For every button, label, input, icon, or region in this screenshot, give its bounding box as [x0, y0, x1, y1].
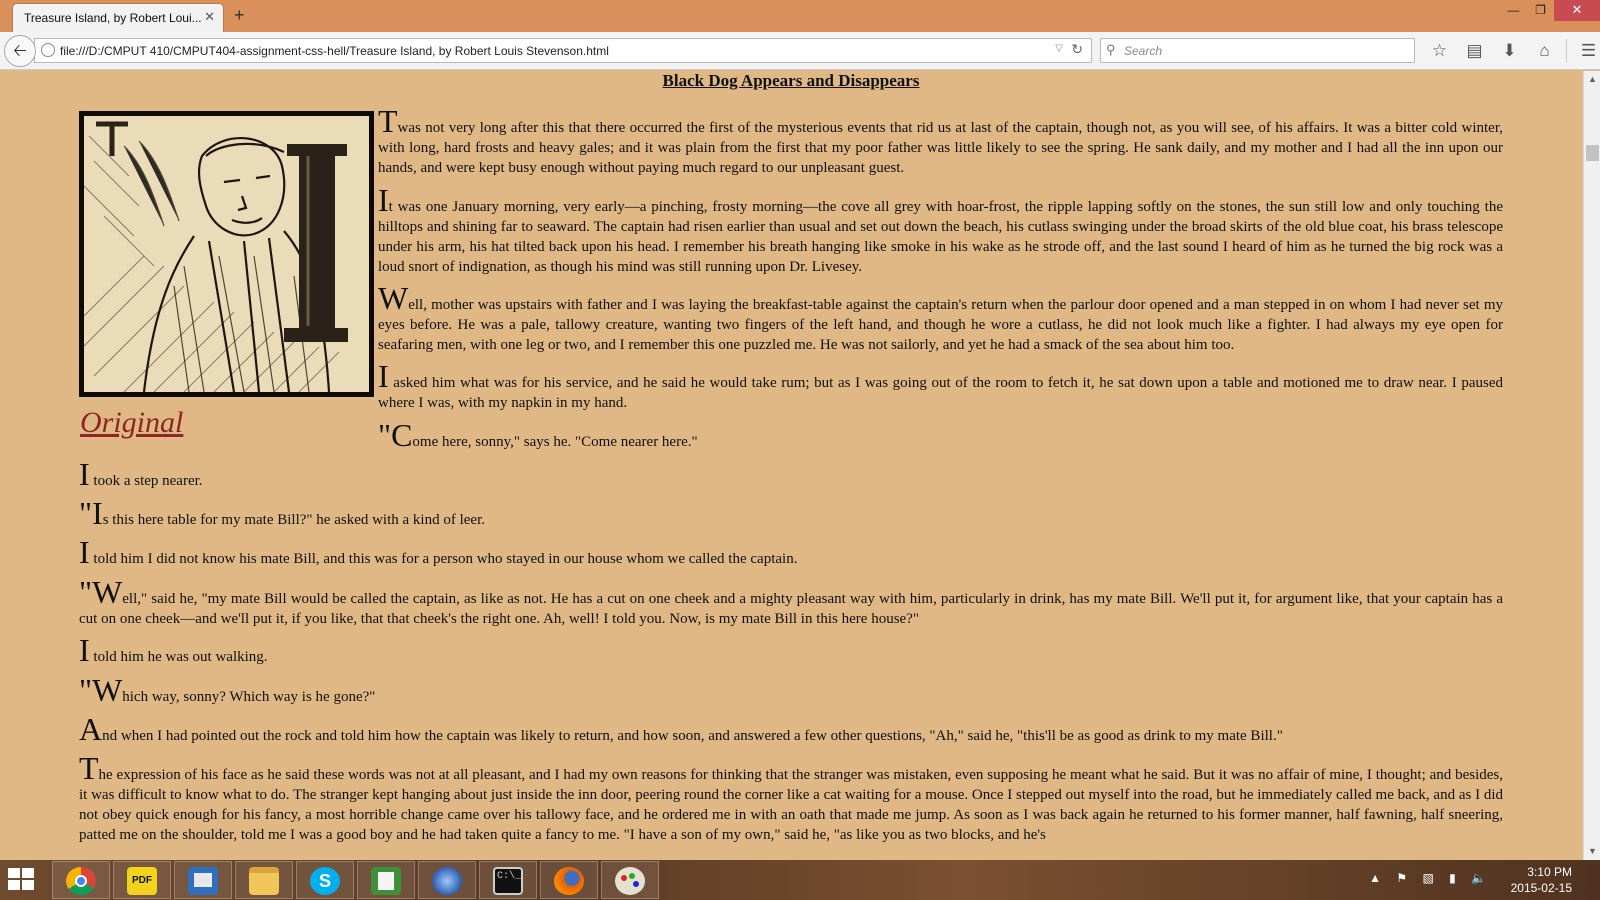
- paragraph-text: took a step nearer.: [89, 473, 203, 489]
- search-placeholder: Search: [1124, 44, 1163, 58]
- paragraph: I asked him what was for his service, an…: [378, 360, 1503, 413]
- paint-icon[interactable]: [601, 861, 659, 899]
- reading-list-icon[interactable]: ▤: [1457, 39, 1492, 63]
- paragraph: Well, mother was upstairs with father an…: [378, 282, 1503, 355]
- drop-cap: I: [79, 632, 90, 668]
- paragraph: The expression of his face as he said th…: [79, 752, 1503, 845]
- drop-cap: A: [79, 711, 103, 747]
- bookmark-star-icon[interactable]: ☆: [1422, 39, 1457, 63]
- command-prompt-icon[interactable]: C:\_: [479, 861, 537, 899]
- search-box[interactable]: ⚲ Search: [1100, 38, 1415, 63]
- drop-cap: T: [378, 103, 398, 139]
- drop-cap: "W: [79, 672, 123, 708]
- page-content: Black Dog Appears and Disappears Origina…: [0, 71, 1582, 860]
- new-tab-button[interactable]: +: [234, 5, 245, 25]
- paragraph-text: ell, mother was upstairs with father and…: [378, 297, 1503, 353]
- minimize-button[interactable]: —: [1500, 0, 1527, 21]
- paragraph: "Well," said he, "my mate Bill would be …: [79, 576, 1503, 629]
- scrollbar-thumb[interactable]: [1586, 145, 1599, 161]
- chrome-icon[interactable]: [52, 861, 110, 899]
- close-tab-icon[interactable]: ✕: [204, 9, 215, 25]
- paragraph: "Is this here table for my mate Bill?" h…: [79, 497, 1503, 530]
- url-bar[interactable]: file:///D:/CMPUT 410/CMPUT404-assignment…: [34, 38, 1092, 63]
- chapter-title: Black Dog Appears and Disappears: [662, 71, 920, 90]
- paragraph: I told him he was out walking.: [79, 634, 1503, 667]
- web-browser-alt-icon[interactable]: [418, 861, 476, 899]
- toolbar-separator: [1566, 39, 1567, 63]
- paragraph: And when I had pointed out the rock and …: [79, 713, 1503, 746]
- paragraph-text: asked him what was for his service, and …: [378, 375, 1503, 411]
- paragraph-text: s this here table for my mate Bill?" he …: [102, 512, 485, 528]
- drop-cap: I: [79, 456, 90, 492]
- drop-cap: "I: [79, 495, 103, 531]
- paragraph: "Which way, sonny? Which way is he gone?…: [79, 674, 1503, 707]
- restore-button[interactable]: ❐: [1527, 0, 1554, 21]
- paragraph-text: he expression of his face as he said the…: [79, 767, 1503, 843]
- drop-cap: I: [79, 534, 90, 570]
- search-icon: ⚲: [1106, 42, 1116, 57]
- firefox-icon[interactable]: [540, 861, 598, 899]
- paragraph: It was one January morning, very early—a…: [378, 184, 1503, 277]
- site-identity-icon[interactable]: [41, 43, 55, 57]
- taskbar: PDF S C:\_ ▲ ⚑ ▧ ▮ 🔈 3:10 PM 2015-02-15: [0, 860, 1600, 900]
- paragraph-text: told him I did not know his mate Bill, a…: [89, 551, 798, 567]
- window-controls: — ❐ ✕: [1500, 0, 1600, 22]
- toolbar-icons: ☆ ▤ ⬇ ⌂ ☰: [1422, 39, 1600, 63]
- windows-start-icon[interactable]: [8, 868, 36, 892]
- close-window-button[interactable]: ✕: [1554, 0, 1600, 21]
- history-dropdown-icon[interactable]: ▽: [1055, 43, 1063, 54]
- file-explorer-icon[interactable]: [235, 861, 293, 899]
- reload-icon[interactable]: ↻: [1071, 41, 1083, 58]
- drop-cap: W: [378, 280, 409, 316]
- paragraph: "Come here, sonny," says he. "Come neare…: [378, 419, 1503, 452]
- back-button[interactable]: 🡠: [4, 35, 36, 67]
- paragraph: I told him I did not know his mate Bill,…: [79, 536, 1503, 569]
- title-bar: Treasure Island, by Robert Loui... ✕ + —…: [0, 0, 1600, 32]
- drop-cap: I: [378, 182, 389, 218]
- drop-cap: I: [378, 358, 389, 394]
- drop-cap: "W: [79, 574, 123, 610]
- tray-icons[interactable]: ▲ ⚑ ▧ ▮ 🔈: [1369, 871, 1492, 885]
- paragraph-text: nd when I had pointed out the rock and t…: [102, 728, 1283, 744]
- network-tool-icon[interactable]: [174, 861, 232, 899]
- paragraph-text: told him he was out walking.: [89, 649, 268, 665]
- paragraph-text: hich way, sonny? Which way is he gone?": [122, 689, 376, 705]
- paragraph-text: was not very long after this that there …: [378, 120, 1503, 176]
- navigation-bar: file:///D:/CMPUT 410/CMPUT404-assignment…: [0, 32, 1600, 70]
- home-icon[interactable]: ⌂: [1527, 39, 1562, 63]
- original-image-link[interactable]: Original: [80, 405, 183, 441]
- paragraph: I took a step nearer.: [79, 458, 1503, 491]
- vertical-scrollbar[interactable]: ▲ ▼: [1583, 71, 1600, 860]
- pdf-reader-icon[interactable]: PDF: [113, 861, 171, 899]
- illustration-image: [79, 111, 374, 397]
- clock-date: 2015-02-15: [1510, 881, 1572, 895]
- menu-icon[interactable]: ☰: [1571, 39, 1600, 63]
- paragraph: Twas not very long after this that there…: [378, 105, 1503, 178]
- spreadsheet-icon[interactable]: [357, 861, 415, 899]
- download-icon[interactable]: ⬇: [1492, 39, 1527, 63]
- tab-title: Treasure Island, by Robert Loui...: [24, 11, 202, 25]
- scroll-down-arrow-icon[interactable]: ▼: [1584, 843, 1600, 860]
- scroll-up-arrow-icon[interactable]: ▲: [1584, 71, 1600, 88]
- skype-icon[interactable]: S: [296, 861, 354, 899]
- drop-cap: "C: [378, 417, 413, 453]
- paragraph-text: ome here, sonny," says he. "Come nearer …: [412, 434, 698, 450]
- clock[interactable]: 3:10 PM 2015-02-15: [1502, 864, 1572, 896]
- url-text[interactable]: file:///D:/CMPUT 410/CMPUT404-assignment…: [60, 44, 609, 58]
- paragraph-text: ell," said he, "my mate Bill would be ca…: [79, 591, 1503, 627]
- paragraph-text: t was one January morning, very early—a …: [378, 199, 1503, 275]
- browser-tab[interactable]: Treasure Island, by Robert Loui... ✕: [12, 3, 224, 32]
- drop-cap: T: [79, 750, 99, 786]
- clock-time: 3:10 PM: [1527, 865, 1572, 879]
